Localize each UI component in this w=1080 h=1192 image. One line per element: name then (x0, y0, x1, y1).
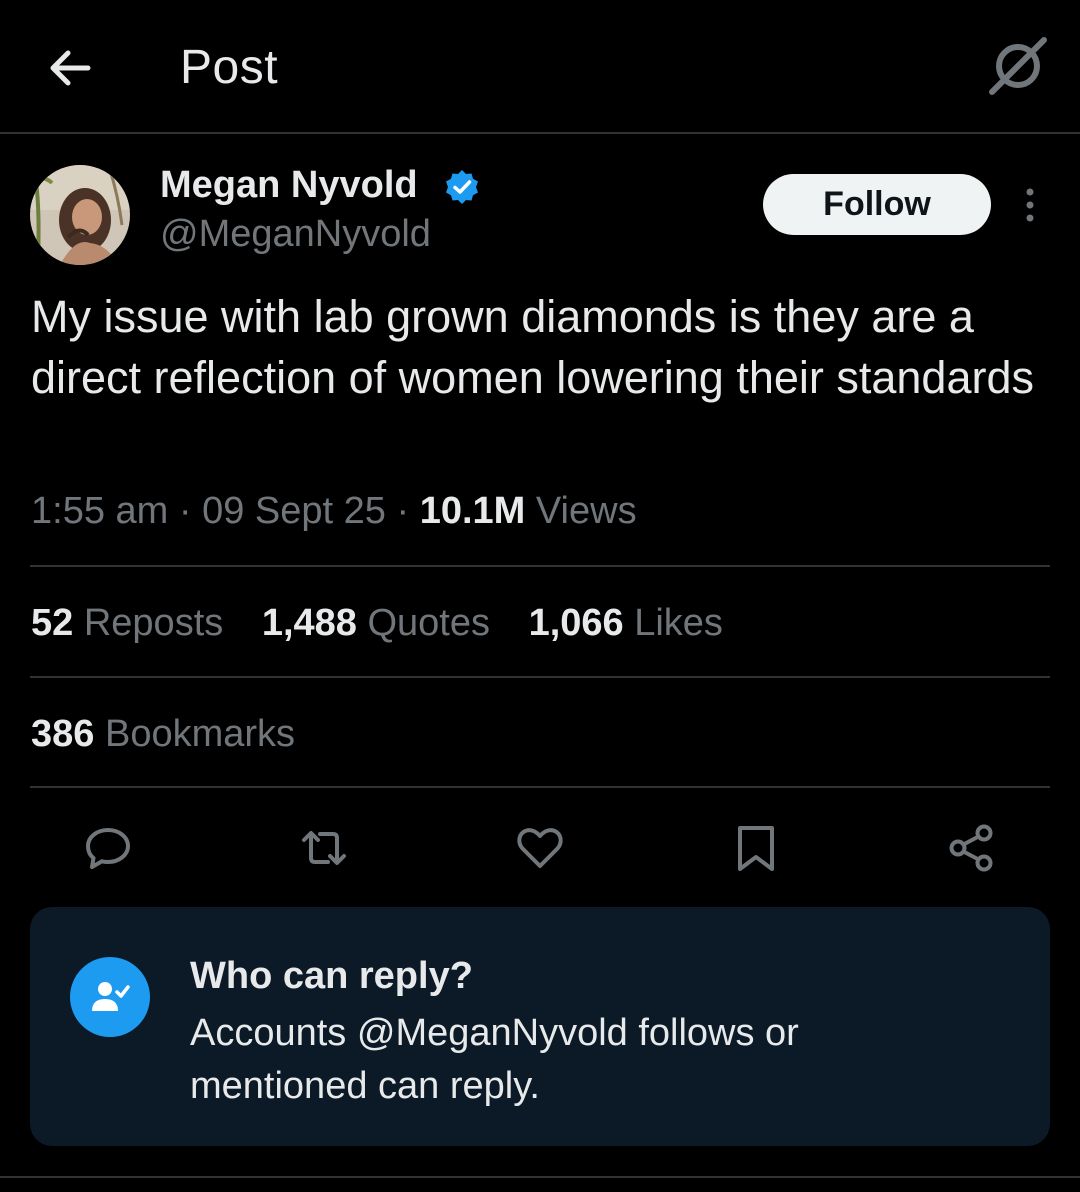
more-options-button[interactable] (1014, 186, 1046, 226)
divider (30, 565, 1050, 567)
bookmark-button[interactable] (730, 822, 782, 874)
profile-photo (30, 165, 130, 265)
reposts-count: 52 (31, 602, 74, 644)
avatar[interactable] (30, 165, 130, 265)
grok-button[interactable] (986, 34, 1050, 98)
who-can-reply-description: Accounts @MeganNyvold follows or mention… (190, 1012, 799, 1107)
bookmarks-label: Bookmarks (104, 713, 296, 755)
quotes-count: 1,488 (261, 602, 357, 644)
who-can-reply-title: Who can reply? (190, 955, 473, 997)
share-icon (949, 824, 993, 872)
post-text: My issue with lab grown diamonds is they… (31, 291, 1034, 403)
likes-count: 1,066 (528, 602, 624, 644)
who-can-reply-card: Who can reply? Accounts @MeganNyvold fol… (30, 907, 1050, 1146)
share-button[interactable] (946, 822, 998, 874)
post-page: Post Megan Nyvold @MeganNyvold Follow My… (0, 0, 1080, 1192)
more-vertical-icon (1026, 188, 1034, 222)
reply-permission-badge (70, 957, 150, 1037)
verified-badge-icon (443, 168, 481, 206)
follow-button[interactable]: Follow (763, 174, 991, 235)
bookmark-icon (738, 826, 774, 871)
back-button[interactable] (40, 38, 100, 98)
divider (30, 676, 1050, 678)
bookmarks-stat[interactable]: 386 Bookmarks (31, 713, 295, 756)
repost-icon (302, 831, 346, 865)
top-bar: Post (0, 0, 1080, 134)
views-label: Views (535, 490, 637, 532)
quotes-stat[interactable]: 1,488 Quotes (262, 602, 490, 645)
likes-stat[interactable]: 1,066 Likes (529, 602, 723, 645)
meta-separator: · (396, 490, 420, 532)
page-title: Post (180, 41, 279, 94)
like-button[interactable] (514, 822, 566, 874)
post-meta: 1:55 am · 09 Sept 25 · 10.1M Views (31, 490, 637, 533)
meta-separator: · (178, 490, 203, 532)
grok-icon (989, 37, 1047, 95)
likes-label: Likes (634, 602, 723, 644)
reply-button[interactable] (82, 822, 134, 874)
bookmarks-count: 386 (31, 713, 95, 755)
post-date: 09 Sept 25 (202, 490, 386, 532)
reposts-stat[interactable]: 52 Reposts (31, 602, 223, 645)
repost-button[interactable] (298, 822, 350, 874)
person-check-icon (92, 982, 130, 1011)
divider (0, 1176, 1080, 1178)
author-handle[interactable]: @MeganNyvold (160, 213, 431, 256)
post-time: 1:55 am (31, 490, 169, 532)
reposts-label: Reposts (83, 602, 224, 644)
engagement-stats: 52 Reposts 1,488 Quotes 1,066 Likes (31, 602, 751, 645)
divider (30, 786, 1050, 788)
like-icon (517, 828, 563, 868)
author-display-name[interactable]: Megan Nyvold (160, 164, 418, 207)
arrow-left-icon (50, 50, 91, 86)
views-count: 10.1M (419, 490, 526, 532)
reply-icon (86, 828, 130, 869)
quotes-label: Quotes (367, 602, 490, 644)
